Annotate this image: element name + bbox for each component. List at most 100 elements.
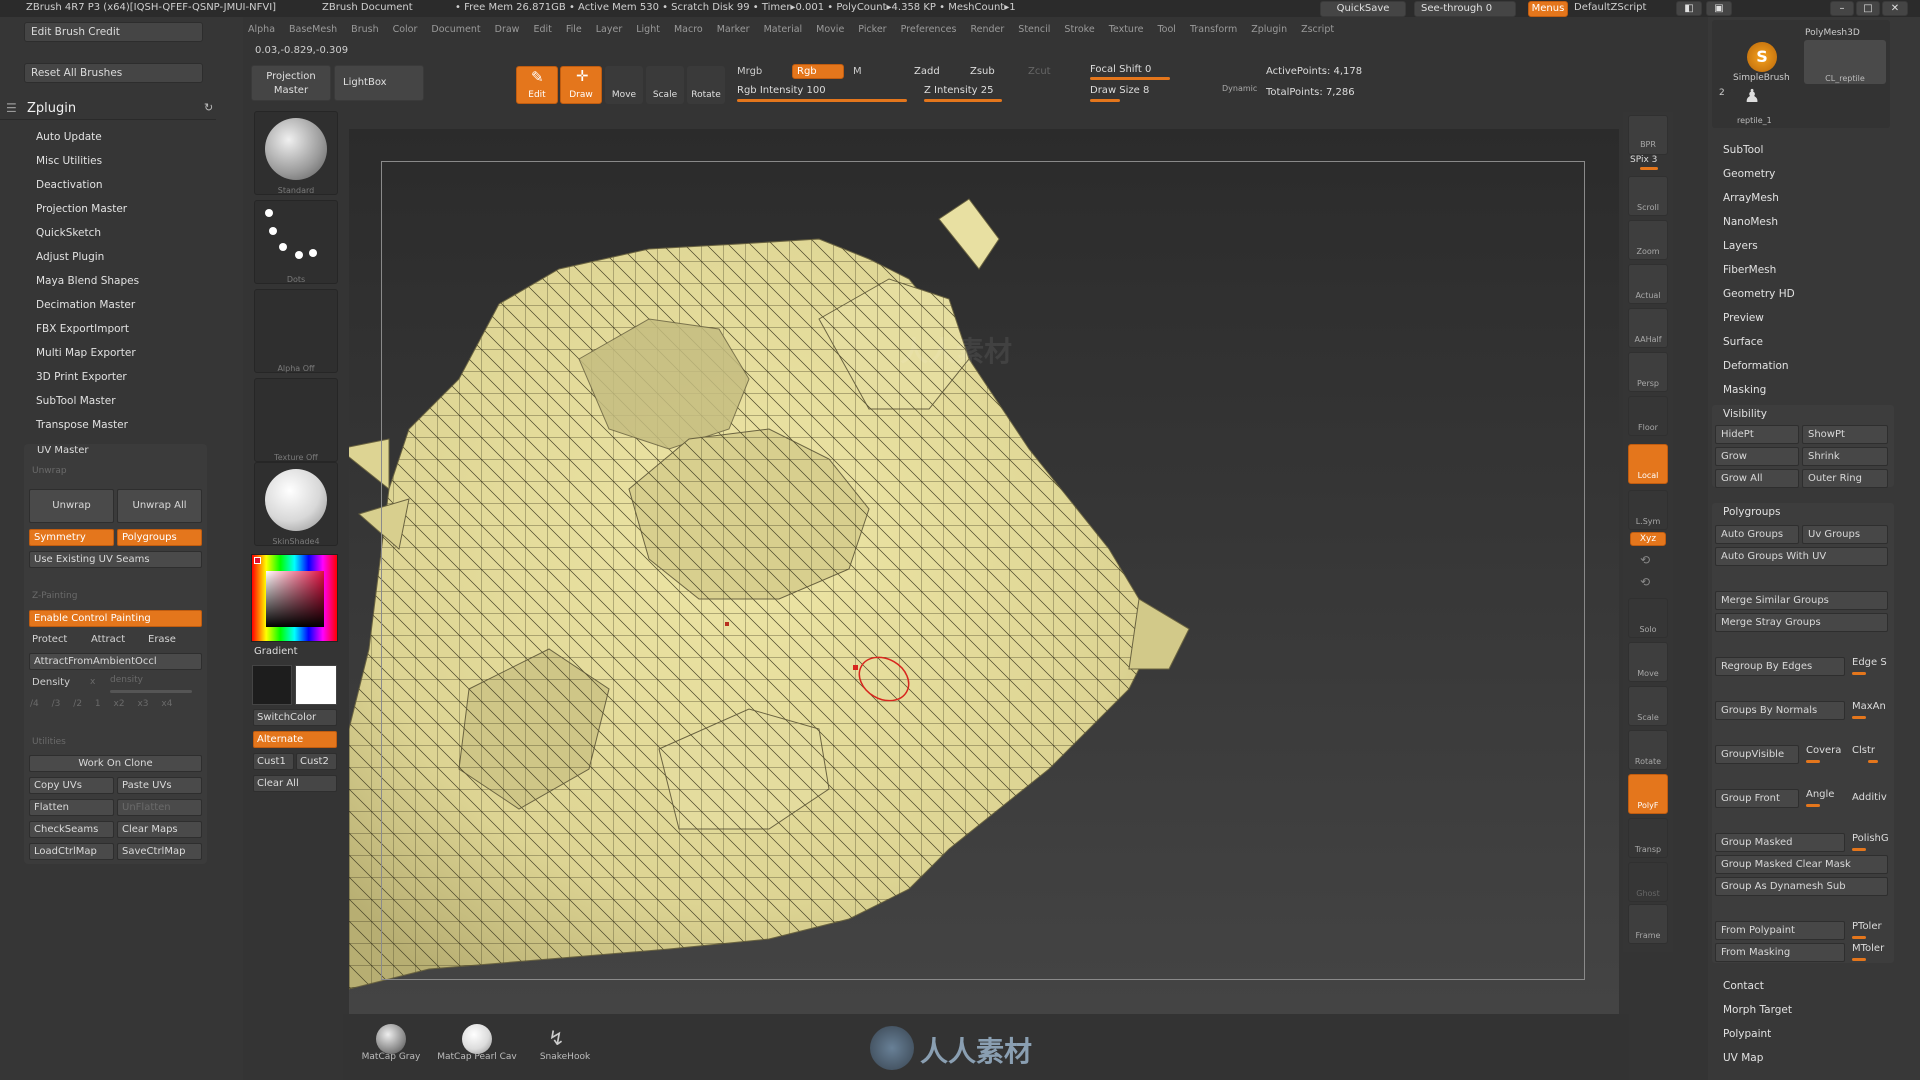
clear-all-button[interactable]: Clear All bbox=[253, 775, 337, 792]
density-div3[interactable]: /3 bbox=[52, 699, 61, 709]
menu-zscript[interactable]: Zscript bbox=[1301, 24, 1334, 35]
zplugin-adjust-plugin[interactable]: Adjust Plugin bbox=[36, 251, 104, 263]
density-x2[interactable]: x2 bbox=[114, 699, 125, 709]
focal-shift-slider[interactable]: Focal Shift 0 bbox=[1090, 64, 1151, 75]
angle-slider[interactable]: Angle bbox=[1806, 789, 1834, 800]
mtoler-slider[interactable]: MToler bbox=[1852, 943, 1884, 954]
scroll-button[interactable]: Scroll bbox=[1628, 176, 1668, 216]
menu-marker[interactable]: Marker bbox=[717, 24, 750, 35]
mrgb-toggle[interactable]: Mrgb bbox=[737, 66, 762, 77]
scale-mode-button[interactable]: Scale bbox=[646, 66, 684, 104]
surface-menu[interactable]: Surface bbox=[1723, 336, 1763, 348]
simplebrush-icon[interactable]: S bbox=[1747, 42, 1777, 72]
zoom-button[interactable]: Zoom bbox=[1628, 220, 1668, 260]
hidept-button[interactable]: HidePt bbox=[1715, 425, 1799, 444]
group-masked-clear-mask-button[interactable]: Group Masked Clear Mask bbox=[1715, 855, 1888, 874]
zplugin-auto-update[interactable]: Auto Update bbox=[36, 131, 102, 143]
uv-groups-button[interactable]: Uv Groups bbox=[1802, 525, 1888, 544]
unflatten-button[interactable]: UnFlatten bbox=[117, 799, 202, 816]
refresh-icon[interactable]: ↻ bbox=[204, 101, 213, 114]
move-view-button[interactable]: Move bbox=[1628, 642, 1668, 682]
work-on-clone-button[interactable]: Work On Clone bbox=[29, 755, 202, 772]
morph-target-menu[interactable]: Morph Target bbox=[1723, 1004, 1792, 1016]
floor-button[interactable]: Floor bbox=[1628, 396, 1668, 436]
menu-zplugin[interactable]: Zplugin bbox=[1251, 24, 1287, 35]
main-color-swatch[interactable] bbox=[252, 665, 292, 705]
menu-alpha[interactable]: Alpha bbox=[248, 24, 275, 35]
density-track[interactable] bbox=[110, 690, 192, 693]
merge-stray-groups-button[interactable]: Merge Stray Groups bbox=[1715, 613, 1888, 632]
fibermesh-menu[interactable]: FiberMesh bbox=[1723, 264, 1776, 276]
additiv-toggle[interactable]: Additiv bbox=[1852, 792, 1887, 803]
zplugin-maya-blend-shapes[interactable]: Maya Blend Shapes bbox=[36, 275, 139, 287]
gradient-label[interactable]: Gradient bbox=[254, 646, 298, 657]
actual-button[interactable]: Actual bbox=[1628, 264, 1668, 304]
zadd-toggle[interactable]: Zadd bbox=[914, 66, 940, 77]
minimize-icon[interactable]: – bbox=[1830, 1, 1854, 16]
switch-color-button[interactable]: SwitchColor bbox=[253, 709, 337, 726]
group-front-button[interactable]: Group Front bbox=[1715, 789, 1799, 808]
menu-picker[interactable]: Picker bbox=[858, 24, 886, 35]
attract-from-ambient-occlusion-button[interactable]: AttractFromAmbientOccl bbox=[29, 653, 202, 670]
texture-selector[interactable]: Texture Off bbox=[254, 378, 338, 462]
outer-ring-button[interactable]: Outer Ring bbox=[1802, 469, 1888, 488]
lsym-button[interactable]: L.Sym bbox=[1628, 490, 1668, 530]
matcap-pearl-cav-icon[interactable] bbox=[462, 1024, 492, 1054]
color-picker[interactable] bbox=[251, 554, 338, 642]
xyz-button[interactable]: Xyz bbox=[1630, 532, 1666, 546]
maxan-track[interactable] bbox=[1852, 716, 1866, 719]
cl-reptile-thumb[interactable]: CL_reptile bbox=[1804, 40, 1886, 84]
maximize-icon[interactable]: □ bbox=[1856, 1, 1880, 16]
density-div2[interactable]: /2 bbox=[73, 699, 82, 709]
density-x3[interactable]: x3 bbox=[137, 699, 148, 709]
transp-button[interactable]: Transp bbox=[1628, 818, 1668, 858]
edit-brush-credit-button[interactable]: Edit Brush Credit bbox=[24, 22, 203, 42]
draw-size-track[interactable] bbox=[1090, 99, 1120, 102]
matcap-gray-icon[interactable] bbox=[376, 1024, 406, 1054]
group-masked-button[interactable]: Group Masked bbox=[1715, 833, 1845, 852]
merge-similar-groups-button[interactable]: Merge Similar Groups bbox=[1715, 591, 1888, 610]
angle-track[interactable] bbox=[1806, 804, 1820, 807]
rotate-view-button[interactable]: Rotate bbox=[1628, 730, 1668, 770]
rgb-intensity-slider[interactable]: Rgb Intensity 100 bbox=[737, 85, 826, 96]
menu-tool[interactable]: Tool bbox=[1157, 24, 1175, 35]
zplugin-multi-map-exporter[interactable]: Multi Map Exporter bbox=[36, 347, 136, 359]
preview-menu[interactable]: Preview bbox=[1723, 312, 1764, 324]
zplugin-transpose-master[interactable]: Transpose Master bbox=[36, 419, 128, 431]
zplugin-deactivation[interactable]: Deactivation bbox=[36, 179, 103, 191]
geometry-menu[interactable]: Geometry bbox=[1723, 168, 1775, 180]
alpha-selector[interactable]: Alpha Off bbox=[254, 289, 338, 373]
zplugin-misc-utilities[interactable]: Misc Utilities bbox=[36, 155, 102, 167]
clear-maps-button[interactable]: Clear Maps bbox=[117, 821, 202, 838]
lock-icon[interactable]: ▣ bbox=[1706, 1, 1732, 16]
density-div4[interactable]: /4 bbox=[30, 699, 39, 709]
menu-brush[interactable]: Brush bbox=[351, 24, 378, 35]
erase-button[interactable]: Erase bbox=[148, 634, 176, 645]
polishg-slider[interactable]: PolishG bbox=[1852, 833, 1889, 844]
enable-control-painting-toggle[interactable]: Enable Control Painting bbox=[29, 610, 202, 627]
spix-slider[interactable]: SPix 3 bbox=[1630, 155, 1657, 165]
local-button[interactable]: Local bbox=[1628, 444, 1668, 484]
rgb-intensity-track[interactable] bbox=[737, 99, 907, 102]
uv-map-menu[interactable]: UV Map bbox=[1723, 1052, 1763, 1064]
alternate-toggle[interactable]: Alternate bbox=[253, 731, 337, 748]
auto-groups-with-uv-button[interactable]: Auto Groups With UV bbox=[1715, 547, 1888, 566]
scale-view-button[interactable]: Scale bbox=[1628, 686, 1668, 726]
zplugin-3d-print-exporter[interactable]: 3D Print Exporter bbox=[36, 371, 127, 383]
menu-basemesh[interactable]: BaseMesh bbox=[289, 24, 337, 35]
z-intensity-slider[interactable]: Z Intensity 25 bbox=[924, 85, 993, 96]
contact-menu[interactable]: Contact bbox=[1723, 980, 1764, 992]
z-intensity-track[interactable] bbox=[924, 99, 1002, 102]
menus-button[interactable]: Menus bbox=[1528, 1, 1568, 17]
simplebrush-label[interactable]: SimpleBrush bbox=[1733, 73, 1790, 83]
menu-texture[interactable]: Texture bbox=[1109, 24, 1144, 35]
menu-document[interactable]: Document bbox=[431, 24, 480, 35]
menu-light[interactable]: Light bbox=[636, 24, 660, 35]
layout-icon[interactable]: ◧ bbox=[1676, 1, 1702, 16]
persp-button[interactable]: Persp bbox=[1628, 352, 1668, 392]
attract-button[interactable]: Attract bbox=[91, 634, 125, 645]
subtool-menu[interactable]: SubTool bbox=[1723, 144, 1763, 156]
polishg-track[interactable] bbox=[1852, 848, 1866, 851]
zplugin-fbx-exportimport[interactable]: FBX ExportImport bbox=[36, 323, 129, 335]
rotate-y-icon[interactable]: ⟲ bbox=[1640, 553, 1650, 567]
